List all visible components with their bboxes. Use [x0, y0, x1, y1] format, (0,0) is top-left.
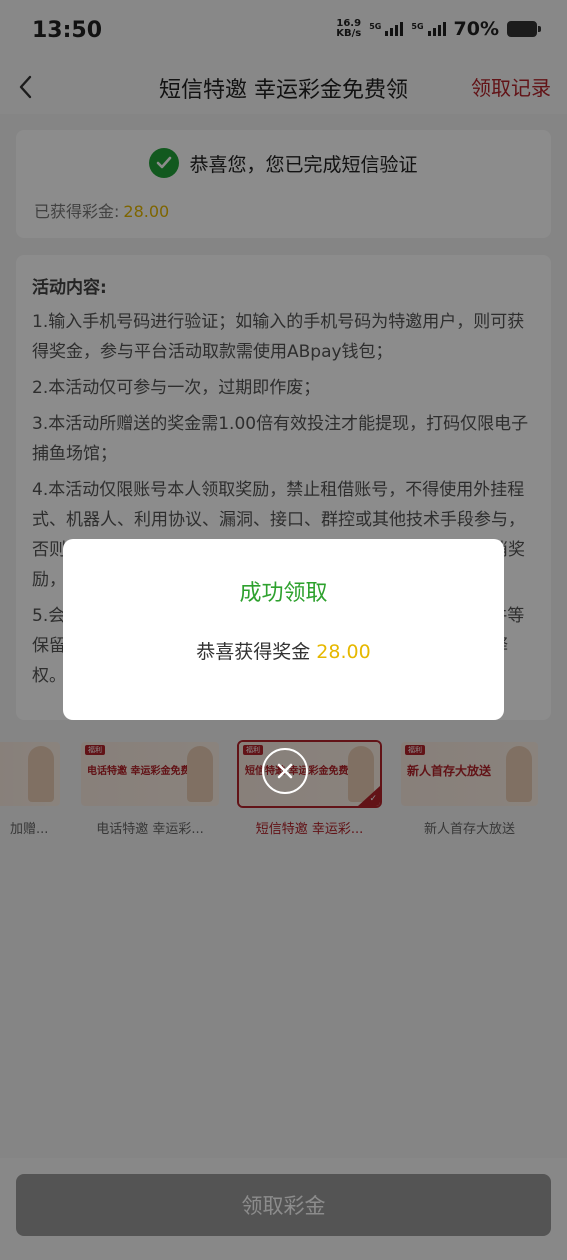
close-dialog-button[interactable] — [262, 748, 308, 794]
dialog-title: 成功领取 — [239, 581, 328, 606]
dialog-amount: 28.00 — [316, 641, 371, 663]
close-icon — [277, 763, 293, 779]
success-dialog: 成功领取 恭喜获得奖金 28.00 — [63, 539, 504, 720]
app-screen: 13:50 16.9 KB/s 5G 5G 70% 短信特邀 幸运彩金免费领 领… — [0, 0, 567, 1260]
dialog-message: 恭喜获得奖金 28.00 — [63, 637, 504, 664]
dialog-message-text: 恭喜获得奖金 — [196, 641, 311, 663]
